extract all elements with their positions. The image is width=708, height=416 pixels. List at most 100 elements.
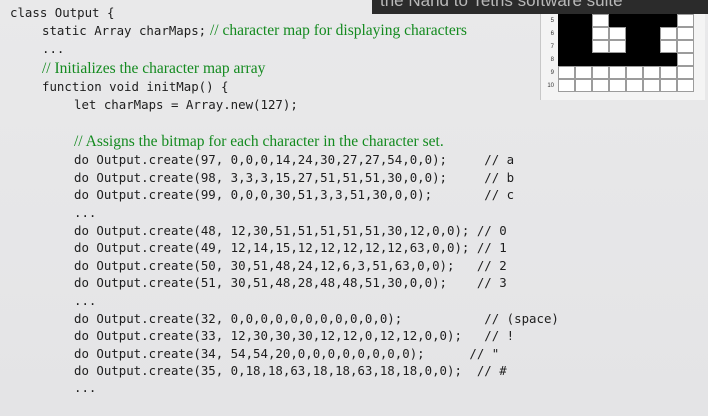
bitmap-cell [677,66,694,79]
bitmap-cell [575,27,592,40]
bitmap-cell [626,14,643,27]
bitmap-cell [558,53,575,66]
code-text: class Output { [10,5,115,20]
bitmap-cell [643,27,660,40]
code-line: // Assigns the bitmap for each character… [74,133,444,150]
inline-code-comment: // ! [461,328,515,343]
bitmap-cell [626,27,643,40]
code-line: do Output.create(34, 54,54,20,0,0,0,0,0,… [74,345,499,362]
bitmap-cell [592,14,609,27]
bitmap-cell [643,40,660,53]
caption-text: the Nand to Tetris software suite [380,0,623,10]
bitmap-cell [592,40,609,53]
bitmap-cell [677,27,694,40]
code-text: function void initMap() { [42,79,229,94]
code-text: do Output.create(35, 0,18,18,63,18,18,63… [74,363,462,378]
bitmap-cell [643,66,660,79]
code-line: do Output.create(51, 30,51,48,28,48,48,5… [74,274,507,291]
code-line: do Output.create(99, 0,0,0,30,51,3,3,51,… [74,186,514,203]
inline-code-comment: // a [447,152,515,167]
bitmap-cell [558,40,575,53]
code-line: ... [74,292,96,309]
code-line: do Output.create(32, 0,0,0,0,0,0,0,0,0,0… [74,310,559,327]
bitmap-cell [558,79,575,92]
code-text: do Output.create(32, 0,0,0,0,0,0,0,0,0,0… [74,311,403,326]
code-comment: // character map for displaying characte… [206,22,467,39]
code-text: let charMaps = Array.new(127); [74,97,298,112]
code-line: ... [42,40,64,57]
bitmap-row-number: 9 [550,70,554,76]
bitmap-cell [643,53,660,66]
bitmap-row-number: 7 [550,44,554,50]
bitmap-cell [609,14,626,27]
code-line: function void initMap() { [42,78,229,95]
inline-code-comment: // 3 [447,275,507,290]
inline-code-comment: // 1 [469,240,507,255]
bitmap-cell [609,53,626,66]
code-text: do Output.create(99, 0,0,0,30,51,3,3,51,… [74,187,433,202]
code-line: do Output.create(35, 0,18,18,63,18,18,63… [74,362,507,379]
bitmap-cell [575,53,592,66]
code-line: do Output.create(98, 3,3,3,15,27,51,51,5… [74,169,514,186]
bitmap-cell [575,66,592,79]
bitmap-cell [575,40,592,53]
bitmap-cell [677,53,694,66]
bitmap-cell [677,14,694,27]
bitmap-cell [660,53,677,66]
inline-code-comment: // # [461,363,507,378]
bitmap-row-number: 6 [550,31,554,37]
code-line: do Output.create(48, 12,30,51,51,51,51,5… [74,222,507,239]
character-bitmap-grid: 5 6 7 8 9 10 [540,0,705,100]
bitmap-cell [592,27,609,40]
code-text: do Output.create(33, 12,30,30,30,12,12,0… [74,328,462,343]
code-comment: // Assigns the bitmap for each character… [74,133,444,150]
code-text: do Output.create(97, 0,0,0,14,24,30,27,2… [74,152,447,167]
bitmap-cell [575,79,592,92]
code-line: // Initializes the character map array [42,60,265,77]
code-line: static Array charMaps; // character map … [42,22,467,39]
code-text: do Output.create(50, 30,51,48,24,12,6,3,… [74,258,455,273]
inline-code-comment: // " [424,346,500,361]
code-text: ... [74,205,97,220]
bitmap-cell [677,40,694,53]
bitmap-cell [626,53,643,66]
bitmap-cell [660,14,677,27]
code-text: static Array charMaps; [42,23,207,38]
bitmap-cell [609,66,626,79]
code-line: ... [74,204,96,221]
code-line: do Output.create(33, 12,30,30,30,12,12,0… [74,327,514,344]
bitmap-cell [609,27,626,40]
bitmap-cell [592,53,609,66]
code-line: do Output.create(49, 12,14,15,12,12,12,1… [74,239,507,256]
bitmap-cell [609,40,626,53]
bitmap-cell [677,79,694,92]
code-line: do Output.create(50, 30,51,48,24,12,6,3,… [74,257,507,274]
bitmap-cell [660,40,677,53]
inline-code-comment: // (space) [402,311,559,326]
bitmap-cell [626,40,643,53]
bitmap-cell [660,27,677,40]
inline-code-comment: // c [432,187,515,202]
bitmap-cell [558,66,575,79]
inline-code-comment: // 2 [454,258,507,273]
bitmap-cell [626,66,643,79]
code-text: ... [42,41,65,56]
code-line: let charMaps = Array.new(127); [74,96,298,113]
bitmap-cell [660,79,677,92]
code-text: do Output.create(51, 30,51,48,28,48,48,5… [74,275,447,290]
bitmap-cell [643,14,660,27]
bitmap-cell [609,79,626,92]
code-text: ... [74,293,97,308]
bitmap-row-number: 5 [550,18,554,24]
code-text: do Output.create(98, 3,3,3,15,27,51,51,5… [74,170,447,185]
bitmap-cell [575,14,592,27]
bitmap-row-number: 10 [547,83,554,89]
code-line: ... [74,379,96,396]
code-text: do Output.create(34, 54,54,20,0,0,0,0,0,… [74,346,425,361]
bitmap-cell [626,79,643,92]
code-line: class Output { [10,4,114,21]
code-comment: // Initializes the character map array [42,60,266,77]
code-text: ... [74,380,97,395]
code-text: do Output.create(48, 12,30,51,51,51,51,5… [74,223,470,238]
inline-code-comment: // b [447,170,515,185]
